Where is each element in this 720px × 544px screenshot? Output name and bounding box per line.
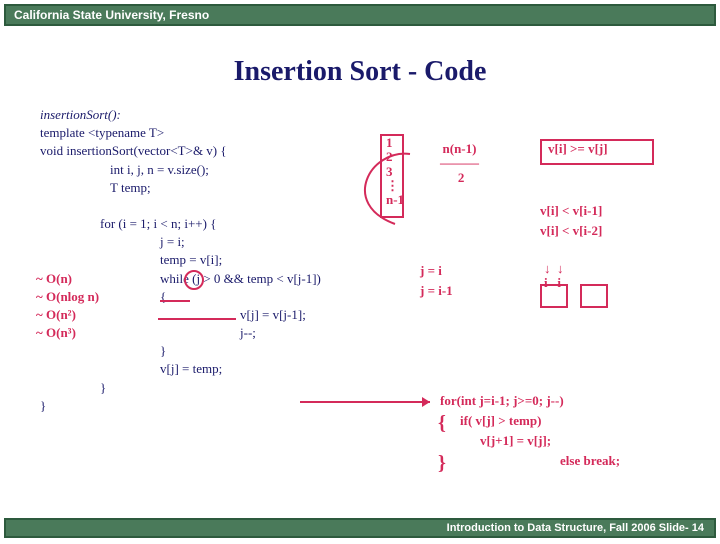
code-func-sig: insertionSort(): xyxy=(40,106,680,124)
page-header: California State University, Fresno xyxy=(4,4,716,26)
annot-pseudo-else: else break; xyxy=(560,454,620,468)
code-template: template <typename T> xyxy=(40,124,680,142)
code-close-outer: } xyxy=(40,379,680,397)
code-j-assign: j = i; xyxy=(40,233,680,251)
annot-pseudo-if: if( v[j] > temp) xyxy=(460,414,541,428)
code-content: insertionSort(): template <typename T> v… xyxy=(0,106,720,415)
annot-brace2: } xyxy=(438,452,446,474)
page-footer: Introduction to Data Structure, Fall 200… xyxy=(4,518,716,538)
footer-text: Introduction to Data Structure, Fall 200… xyxy=(447,522,704,534)
code-temp: T temp; xyxy=(40,179,680,197)
code-jdec: j--; xyxy=(40,324,680,342)
code-while: while (j > 0 && temp < v[j-1]) xyxy=(40,270,680,288)
code-open-brace: { xyxy=(40,288,680,306)
code-for-outer: for (i = 1; i < n; i++) { xyxy=(40,215,680,233)
code-close-fn: } xyxy=(40,397,680,415)
code-store: v[j] = temp; xyxy=(40,360,680,378)
code-shift: v[j] = v[j-1]; xyxy=(40,306,680,324)
code-vars: int i, j, n = v.size(); xyxy=(40,161,680,179)
header-org: California State University, Fresno xyxy=(14,8,209,22)
annot-brace1: { xyxy=(438,412,446,434)
code-decl: void insertionSort(vector<T>& v) { xyxy=(40,142,680,160)
code-close-inner: } xyxy=(40,342,680,360)
code-temp-assign: temp = v[i]; xyxy=(40,251,680,269)
annot-pseudo-swap: v[j+1] = v[j]; xyxy=(480,434,551,448)
slide-title: Insertion Sort - Code xyxy=(0,56,720,88)
